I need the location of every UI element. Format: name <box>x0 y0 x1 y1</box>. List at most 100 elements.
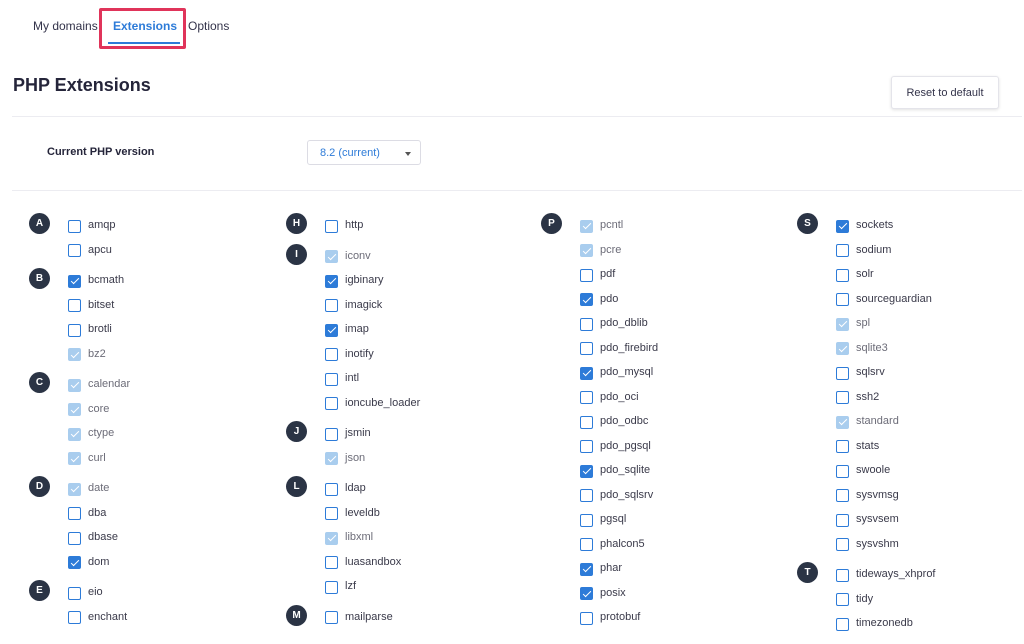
extension-checkbox[interactable] <box>68 219 81 233</box>
extension-checkbox[interactable] <box>325 611 338 625</box>
extension-item-pdo_firebird[interactable]: pdo_firebird <box>580 336 658 361</box>
extension-checkbox[interactable] <box>325 274 338 288</box>
extension-item-sodium[interactable]: sodium <box>836 238 936 263</box>
extension-checkbox[interactable] <box>68 323 81 337</box>
extension-item-pdf[interactable]: pdf <box>580 262 658 287</box>
extension-item-protobuf[interactable]: protobuf <box>580 605 658 630</box>
extension-item-bcmath[interactable]: bcmath <box>68 268 130 293</box>
extension-checkbox[interactable] <box>580 562 593 576</box>
extension-checkbox[interactable] <box>836 244 849 258</box>
extension-checkbox[interactable] <box>836 568 849 582</box>
extension-checkbox[interactable] <box>68 274 81 288</box>
extension-item-leveldb[interactable]: leveldb <box>325 501 420 526</box>
extension-item-ldap[interactable]: ldap <box>325 476 420 501</box>
extension-checkbox[interactable] <box>836 219 849 233</box>
extension-item-http[interactable]: http <box>325 213 420 238</box>
extension-item-pdo_sqlsrv[interactable]: pdo_sqlsrv <box>580 483 658 508</box>
extension-item-stats[interactable]: stats <box>836 434 936 459</box>
extension-checkbox[interactable] <box>68 531 81 545</box>
extension-checkbox[interactable] <box>68 507 81 521</box>
extension-item-tideways_xhprof[interactable]: tideways_xhprof <box>836 562 936 587</box>
extension-item-dom[interactable]: dom <box>68 550 130 575</box>
extension-checkbox[interactable] <box>836 513 849 527</box>
extension-item-tidy[interactable]: tidy <box>836 587 936 612</box>
extension-item-solr[interactable]: solr <box>836 262 936 287</box>
extension-checkbox[interactable] <box>68 611 81 625</box>
extension-item-pdo_mysql[interactable]: pdo_mysql <box>580 360 658 385</box>
extension-item-pdo_pgsql[interactable]: pdo_pgsql <box>580 434 658 459</box>
reset-to-default-button[interactable]: Reset to default <box>891 76 999 109</box>
extension-checkbox[interactable] <box>580 415 593 429</box>
extension-item-imagick[interactable]: imagick <box>325 293 420 318</box>
extension-item-igbinary[interactable]: igbinary <box>325 268 420 293</box>
extension-checkbox[interactable] <box>580 464 593 478</box>
extension-checkbox[interactable] <box>836 593 849 607</box>
extension-item-eio[interactable]: eio <box>68 580 130 605</box>
extension-checkbox[interactable] <box>580 366 593 380</box>
extension-item-inotify[interactable]: inotify <box>325 342 420 367</box>
extension-checkbox[interactable] <box>580 268 593 282</box>
extension-checkbox[interactable] <box>836 293 849 307</box>
extension-item-intl[interactable]: intl <box>325 366 420 391</box>
extension-item-pdo_sqlite[interactable]: pdo_sqlite <box>580 458 658 483</box>
extension-checkbox[interactable] <box>836 464 849 478</box>
extension-item-brotli[interactable]: brotli <box>68 317 130 342</box>
extension-item-posix[interactable]: posix <box>580 581 658 606</box>
extension-item-ssh2[interactable]: ssh2 <box>836 385 936 410</box>
php-version-select[interactable]: 8.2 (current) <box>307 140 421 165</box>
extension-checkbox[interactable] <box>580 342 593 356</box>
extension-checkbox[interactable] <box>68 299 81 313</box>
extension-item-pdo_dblib[interactable]: pdo_dblib <box>580 311 658 336</box>
extension-item-ioncube_loader[interactable]: ioncube_loader <box>325 391 420 416</box>
extension-item-apcu[interactable]: apcu <box>68 238 130 263</box>
extension-checkbox[interactable] <box>580 440 593 454</box>
extension-item-pgsql[interactable]: pgsql <box>580 507 658 532</box>
extension-checkbox[interactable] <box>836 391 849 405</box>
extension-checkbox[interactable] <box>580 611 593 625</box>
extension-item-mailparse[interactable]: mailparse <box>325 605 420 630</box>
tab-options[interactable]: Options <box>188 19 229 33</box>
extension-checkbox[interactable] <box>580 293 593 307</box>
extension-checkbox[interactable] <box>68 556 81 570</box>
extension-checkbox[interactable] <box>325 427 338 441</box>
extension-checkbox[interactable] <box>580 317 593 331</box>
extension-item-timezonedb[interactable]: timezonedb <box>836 611 936 636</box>
extension-item-phar[interactable]: phar <box>580 556 658 581</box>
extension-checkbox[interactable] <box>836 268 849 282</box>
extension-item-luasandbox[interactable]: luasandbox <box>325 550 420 575</box>
extension-checkbox[interactable] <box>325 372 338 386</box>
extension-checkbox[interactable] <box>836 538 849 552</box>
extension-checkbox[interactable] <box>68 244 81 258</box>
extension-checkbox[interactable] <box>836 489 849 503</box>
extension-item-pdo[interactable]: pdo <box>580 287 658 312</box>
extension-checkbox[interactable] <box>325 323 338 337</box>
extension-item-bitset[interactable]: bitset <box>68 293 130 318</box>
extension-item-sqlsrv[interactable]: sqlsrv <box>836 360 936 385</box>
extension-item-sockets[interactable]: sockets <box>836 213 936 238</box>
extension-item-pdo_oci[interactable]: pdo_oci <box>580 385 658 410</box>
extension-checkbox[interactable] <box>325 219 338 233</box>
extension-checkbox[interactable] <box>580 587 593 601</box>
extension-checkbox[interactable] <box>325 348 338 362</box>
extension-item-sysvmsg[interactable]: sysvmsg <box>836 483 936 508</box>
extension-checkbox[interactable] <box>325 482 338 496</box>
extension-item-imap[interactable]: imap <box>325 317 420 342</box>
extension-item-lzf[interactable]: lzf <box>325 574 420 599</box>
extension-checkbox[interactable] <box>325 556 338 570</box>
extension-item-phalcon5[interactable]: phalcon5 <box>580 532 658 557</box>
extension-checkbox[interactable] <box>580 513 593 527</box>
extension-checkbox[interactable] <box>325 580 338 594</box>
extension-checkbox[interactable] <box>836 617 849 631</box>
extension-item-sysvsem[interactable]: sysvsem <box>836 507 936 532</box>
extension-item-jsmin[interactable]: jsmin <box>325 421 420 446</box>
extension-item-dbase[interactable]: dbase <box>68 525 130 550</box>
extension-item-dba[interactable]: dba <box>68 501 130 526</box>
extension-item-amqp[interactable]: amqp <box>68 213 130 238</box>
extension-checkbox[interactable] <box>836 366 849 380</box>
extension-checkbox[interactable] <box>580 489 593 503</box>
tab-my-domains[interactable]: My domains <box>33 19 98 33</box>
extension-checkbox[interactable] <box>325 507 338 521</box>
extension-item-swoole[interactable]: swoole <box>836 458 936 483</box>
extension-checkbox[interactable] <box>325 299 338 313</box>
extension-item-sysvshm[interactable]: sysvshm <box>836 532 936 557</box>
